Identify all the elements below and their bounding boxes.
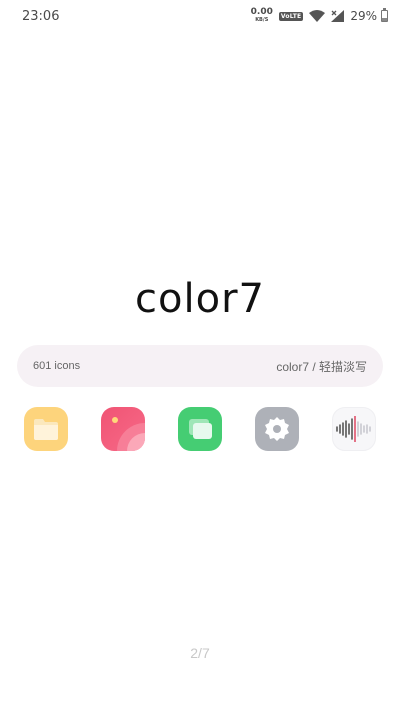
icon-preview-row (24, 407, 376, 451)
page-indicator: 2/7 (190, 645, 210, 661)
battery-fill (382, 18, 387, 21)
recorder-icon[interactable] (332, 407, 376, 451)
screen: 23:06 0.00 KB/S VoLTE 29% color7 601 ico… (0, 0, 400, 710)
files-icon[interactable] (24, 407, 68, 451)
theme-title: color7 (135, 276, 265, 322)
status-bar: 23:06 0.00 KB/S VoLTE 29% (0, 0, 400, 32)
battery-percent: 29% (350, 9, 377, 23)
status-time: 23:06 (22, 8, 60, 24)
battery-icon (381, 8, 388, 22)
messages-icon[interactable] (178, 407, 222, 451)
theme-info-bar[interactable]: 601 icons color7 / 轻描淡写 (17, 345, 383, 387)
signal-icon (331, 10, 345, 22)
icon-count-label: 601 icons (33, 360, 81, 372)
network-speed-value: 0.00 (250, 6, 273, 17)
network-speed-unit: KB/S (255, 16, 269, 23)
wifi-icon (309, 10, 326, 22)
settings-icon[interactable] (255, 407, 299, 451)
theme-author-label: color7 / 轻描淡写 (276, 359, 367, 374)
volte-icon: VoLTE (278, 11, 304, 21)
network-speed: 0.00 KB/S (250, 6, 273, 24)
gallery-icon[interactable] (101, 407, 145, 451)
battery-status: 29% (350, 8, 388, 23)
status-icons: 0.00 KB/S VoLTE 29% (250, 6, 388, 24)
